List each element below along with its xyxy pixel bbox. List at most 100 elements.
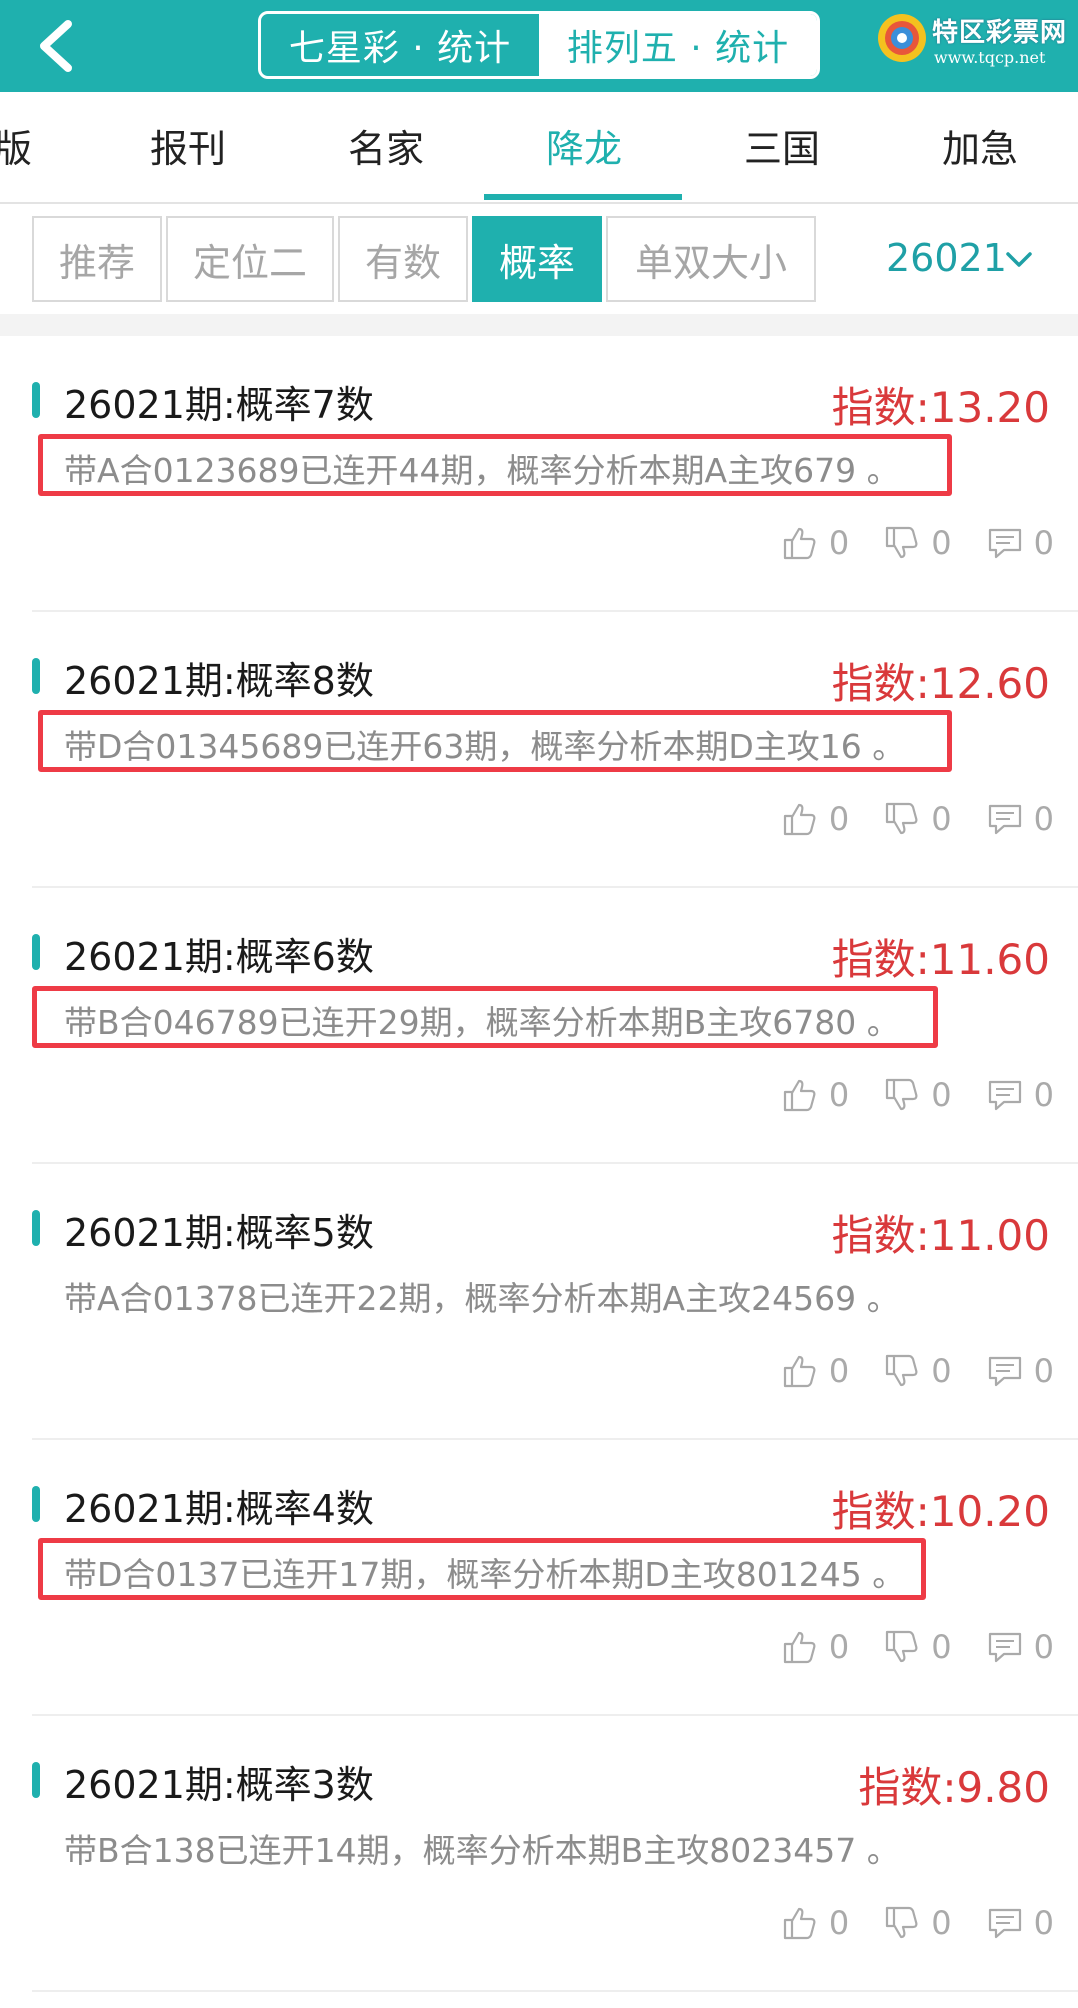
thumbs-down-icon xyxy=(886,1354,918,1387)
item-description: 带A合01378已连开22期，概率分析本期A主攻24569 。 xyxy=(64,1279,900,1318)
item-title: 26021期:概率8数 xyxy=(64,659,374,703)
list-item[interactable]: 26021期:概率5数 指数:11.00 带A合01378已连开22期，概率分析… xyxy=(32,1164,1078,1440)
dislike-count: 0 xyxy=(931,524,952,562)
filter-youshu[interactable]: 有数 xyxy=(338,216,468,302)
like-button[interactable]: 0 xyxy=(781,800,849,838)
item-actions: 0 0 0 xyxy=(747,1904,1054,1942)
like-button[interactable]: 0 xyxy=(781,524,849,562)
thumbs-down-icon xyxy=(886,802,918,835)
list-item[interactable]: 26021期:概率4数 指数:10.20 带D合0137已连开17期，概率分析本… xyxy=(32,1440,1078,1716)
active-tab-indicator xyxy=(484,194,682,200)
dislike-button[interactable]: 0 xyxy=(883,800,952,838)
comment-button[interactable]: 0 xyxy=(986,1076,1054,1114)
like-count: 0 xyxy=(828,1352,850,1390)
list-item[interactable]: 26021期:概率7数 指数:13.20 带A合0123689已连开44期，概率… xyxy=(32,336,1078,612)
tab-ban[interactable]: 版 xyxy=(0,118,32,173)
filter-danshuang[interactable]: 单双大小 xyxy=(606,216,816,302)
dislike-button[interactable]: 0 xyxy=(883,1904,952,1942)
like-count: 0 xyxy=(828,1076,850,1114)
item-description: 带D合01345689已连开63期，概率分析本期D主攻16 。 xyxy=(64,727,906,766)
comment-button[interactable]: 0 xyxy=(986,1628,1054,1666)
tab-sanguo[interactable]: 三国 xyxy=(744,118,820,173)
accent-bar xyxy=(32,934,40,970)
thumbs-down-icon xyxy=(886,1906,918,1939)
comment-icon xyxy=(988,804,1021,835)
dislike-count: 0 xyxy=(931,1352,952,1390)
dislike-count: 0 xyxy=(931,1076,952,1114)
section-divider xyxy=(0,314,1078,336)
item-description: 带A合0123689已连开44期，概率分析本期A主攻679 。 xyxy=(64,451,900,490)
item-title: 26021期:概率6数 xyxy=(64,935,374,979)
thumbs-up-icon xyxy=(783,1355,816,1388)
tab-mingjia[interactable]: 名家 xyxy=(348,118,424,173)
dislike-button[interactable]: 0 xyxy=(883,1076,952,1114)
item-actions: 0 0 0 xyxy=(747,1628,1054,1666)
item-actions: 0 0 0 xyxy=(747,1076,1054,1114)
accent-bar xyxy=(32,1762,40,1798)
item-title: 26021期:概率5数 xyxy=(64,1211,374,1255)
dislike-count: 0 xyxy=(931,800,952,838)
item-description: 带B合138已连开14期，概率分析本期B主攻8023457 。 xyxy=(64,1831,900,1870)
filter-tuijian[interactable]: 推荐 xyxy=(32,216,162,302)
item-title: 26021期:概率7数 xyxy=(64,383,374,427)
comment-icon xyxy=(988,1908,1021,1939)
comment-button[interactable]: 0 xyxy=(986,524,1054,562)
item-score: 指数:11.60 xyxy=(831,935,1050,984)
dislike-button[interactable]: 0 xyxy=(883,524,952,562)
segment-pailiewu[interactable]: 排列五 · 统计 xyxy=(539,14,817,76)
comment-button[interactable]: 0 xyxy=(986,800,1054,838)
lottery-switch: 七星彩 · 统计 排列五 · 统计 xyxy=(258,11,820,79)
dislike-button[interactable]: 0 xyxy=(883,1628,952,1666)
like-button[interactable]: 0 xyxy=(781,1352,849,1390)
chevron-down-icon[interactable] xyxy=(1004,248,1034,272)
thumbs-up-icon xyxy=(783,1079,816,1112)
list-item[interactable]: 26021期:概率3数 指数:9.80 带B合138已连开14期，概率分析本期B… xyxy=(32,1716,1078,1992)
like-button[interactable]: 0 xyxy=(781,1904,849,1942)
thumbs-up-icon xyxy=(783,1631,816,1664)
like-button[interactable]: 0 xyxy=(781,1628,849,1666)
item-score: 指数:9.80 xyxy=(858,1763,1050,1812)
tab-xianglong[interactable]: 降龙 xyxy=(546,118,622,173)
comment-button[interactable]: 0 xyxy=(986,1352,1054,1390)
list-item[interactable]: 26021期:概率6数 指数:11.60 带B合046789已连开29期，概率分… xyxy=(32,888,1078,1164)
item-score: 指数:11.00 xyxy=(831,1211,1050,1260)
filter-gailv[interactable]: 概率 xyxy=(472,216,602,302)
dislike-count: 0 xyxy=(931,1628,952,1666)
comment-count: 0 xyxy=(1033,1628,1054,1666)
category-tabs: 版 报刊 名家 降龙 三国 加急 xyxy=(0,92,1078,204)
accent-bar xyxy=(32,382,40,418)
accent-bar xyxy=(32,658,40,694)
thumbs-up-icon xyxy=(783,1907,816,1940)
thumbs-down-icon xyxy=(886,526,918,559)
thumbs-up-icon xyxy=(783,803,816,836)
item-title: 26021期:概率4数 xyxy=(64,1487,374,1531)
thumbs-down-icon xyxy=(886,1078,918,1111)
tab-jiaji[interactable]: 加急 xyxy=(942,118,1018,173)
comment-button[interactable]: 0 xyxy=(986,1904,1054,1942)
item-description: 带B合046789已连开29期，概率分析本期B主攻6780 。 xyxy=(64,1003,900,1042)
item-actions: 0 0 0 xyxy=(747,800,1054,838)
item-title: 26021期:概率3数 xyxy=(64,1763,374,1807)
thumbs-up-icon xyxy=(783,527,816,560)
item-score: 指数:12.60 xyxy=(831,659,1050,708)
comment-icon xyxy=(988,528,1021,559)
comment-count: 0 xyxy=(1033,1904,1054,1942)
list-item[interactable]: 26021期:概率8数 指数:12.60 带D合01345689已连开63期，概… xyxy=(32,612,1078,888)
thumbs-down-icon xyxy=(886,1630,918,1663)
filter-dingwei[interactable]: 定位二 xyxy=(166,216,334,302)
dislike-count: 0 xyxy=(931,1904,952,1942)
dislike-button[interactable]: 0 xyxy=(883,1352,952,1390)
accent-bar xyxy=(32,1210,40,1246)
prediction-list: 26021期:概率7数 指数:13.20 带A合0123689已连开44期，概率… xyxy=(0,336,1078,1992)
period-select[interactable]: 26021 xyxy=(886,236,1007,280)
like-button[interactable]: 0 xyxy=(781,1076,849,1114)
comment-count: 0 xyxy=(1033,1076,1054,1114)
back-button[interactable] xyxy=(28,14,88,78)
item-actions: 0 0 0 xyxy=(747,1352,1054,1390)
like-count: 0 xyxy=(828,524,850,562)
like-count: 0 xyxy=(828,800,850,838)
tab-baokan[interactable]: 报刊 xyxy=(150,118,226,173)
segment-qixingcai[interactable]: 七星彩 · 统计 xyxy=(261,14,539,76)
like-count: 0 xyxy=(828,1904,850,1942)
site-logo: 特区彩票网 www.tqcp.net xyxy=(876,10,1072,76)
